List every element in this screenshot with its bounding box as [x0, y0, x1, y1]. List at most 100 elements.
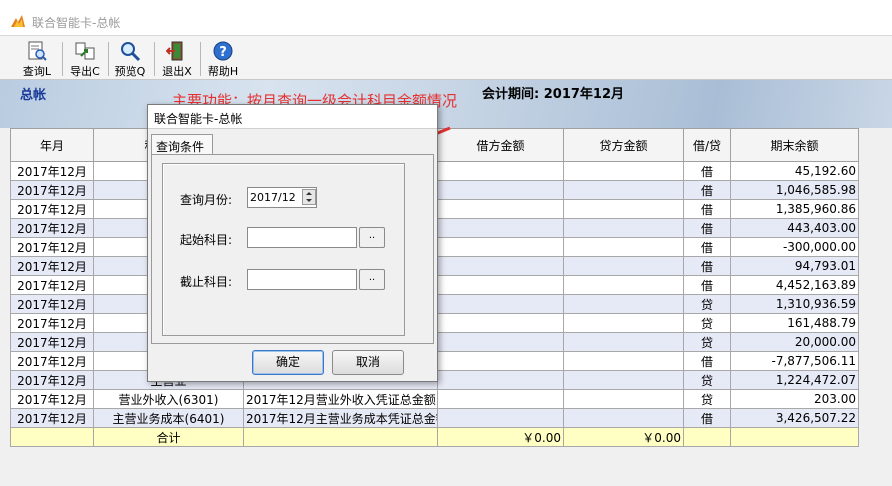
- cell-direction: 贷: [683, 389, 731, 409]
- cell-credit: [563, 332, 684, 352]
- general-ledger-title: 总帐: [20, 88, 47, 103]
- cell-month: 2017年12月: [10, 237, 94, 257]
- cell-credit: [563, 275, 684, 295]
- cell-debit: [437, 313, 564, 333]
- cell-month: 2017年12月: [10, 275, 94, 295]
- cell-credit: [563, 370, 684, 390]
- cell-direction: 借: [683, 351, 731, 371]
- cell-direction: 借: [683, 275, 731, 295]
- cell-balance: 1,046,585.98: [730, 180, 859, 200]
- table-row[interactable]: 2017年12月 主营业务成本(6401) 2017年12月主营业务成本凭证总金额 借…: [10, 408, 859, 428]
- cell-credit: [563, 256, 684, 276]
- cell-balance: 1,310,936.59: [730, 294, 859, 314]
- cell-month: 2017年12月: [10, 389, 94, 409]
- toolbar: 查询L 导出C 预览Q 退出X ? 帮助H: [0, 36, 892, 80]
- cell-debit: [437, 275, 564, 295]
- cell-credit: [563, 351, 684, 371]
- cell-direction: 借: [683, 199, 731, 219]
- col-header-direction[interactable]: 借/贷: [683, 128, 731, 162]
- cell-balance: 203.00: [730, 389, 859, 409]
- cell-debit: [437, 389, 564, 409]
- cell-balance: 443,403.00: [730, 218, 859, 238]
- app-flame-icon: [11, 15, 25, 27]
- month-spinner[interactable]: [302, 189, 316, 205]
- total-blank: [243, 427, 438, 447]
- query-button[interactable]: 查询L: [20, 40, 54, 78]
- col-header-month[interactable]: 年月: [10, 128, 94, 162]
- end-account-label: 截止科目:: [180, 275, 233, 289]
- table-row[interactable]: 2017年12月 营业外收入(6301) 2017年12月营业外收入凭证总金额 贷 20…: [10, 389, 859, 409]
- toolbar-separator: [200, 42, 201, 76]
- cell-debit: [437, 161, 564, 181]
- total-debit: ￥0.00: [437, 427, 564, 447]
- cell-credit: [563, 237, 684, 257]
- export-label: 导出C: [70, 65, 100, 78]
- cell-debit: [437, 351, 564, 371]
- help-icon: ?: [213, 41, 233, 61]
- preview-button[interactable]: 预览Q: [113, 40, 147, 78]
- cell-balance: 1,224,472.07: [730, 370, 859, 390]
- help-button[interactable]: ? 帮助H: [206, 40, 240, 78]
- cell-direction: 借: [683, 180, 731, 200]
- export-icon: [75, 42, 95, 60]
- end-account-input[interactable]: [247, 269, 357, 290]
- ok-button[interactable]: 确定: [252, 350, 324, 375]
- cancel-button[interactable]: 取消: [332, 350, 404, 375]
- accounting-period: 会计期间: 2017年12月: [482, 87, 624, 102]
- query-conditions-panel: 查询月份: 2017/12 起始科目: .. 截止科目: ..: [151, 154, 434, 344]
- toolbar-separator: [154, 42, 155, 76]
- toolbar-separator: [62, 42, 63, 76]
- cell-balance: 20,000.00: [730, 332, 859, 352]
- exit-door-icon: [166, 41, 183, 61]
- col-header-balance[interactable]: 期末余额: [730, 128, 859, 162]
- query-doc-icon: [28, 41, 47, 61]
- cell-debit: [437, 180, 564, 200]
- dialog-title-bar: 联合智能卡-总帐: [148, 105, 437, 129]
- cell-credit: [563, 313, 684, 333]
- dialog-title: 联合智能卡-总帐: [154, 112, 243, 126]
- magnifier-icon: [121, 42, 141, 62]
- cell-direction: 贷: [683, 313, 731, 333]
- start-account-label: 起始科目:: [180, 233, 233, 247]
- total-blank: [683, 427, 731, 447]
- exit-button[interactable]: 退出X: [160, 40, 194, 78]
- cell-debit: [437, 332, 564, 352]
- cell-account: 营业外收入(6301): [93, 389, 244, 409]
- end-account-browse-button[interactable]: ..: [359, 269, 385, 290]
- cell-month: 2017年12月: [10, 218, 94, 238]
- cell-balance: -7,877,506.11: [730, 351, 859, 371]
- cell-balance: 45,192.60: [730, 161, 859, 181]
- main-window: 联合智能卡-总帐 查询L 导出C 预览Q 退出X ? 帮助H 总帐 会计期间: …: [0, 0, 892, 486]
- export-button[interactable]: 导出C: [68, 40, 102, 78]
- cell-summary: 2017年12月营业外收入凭证总金额: [243, 389, 438, 409]
- cell-balance: 94,793.01: [730, 256, 859, 276]
- cell-month: 2017年12月: [10, 294, 94, 314]
- tab-query-conditions[interactable]: 查询条件: [151, 134, 213, 155]
- preview-label: 预览Q: [114, 65, 146, 78]
- cell-direction: 借: [683, 161, 731, 181]
- cell-balance: 3,426,507.22: [730, 408, 859, 428]
- cell-debit: [437, 237, 564, 257]
- cell-balance: -300,000.00: [730, 237, 859, 257]
- cell-credit: [563, 389, 684, 409]
- cell-summary: 2017年12月主营业务成本凭证总金额: [243, 408, 438, 428]
- total-blank: [730, 427, 859, 447]
- cell-month: 2017年12月: [10, 161, 94, 181]
- cell-credit: [563, 218, 684, 238]
- cell-direction: 借: [683, 237, 731, 257]
- query-dialog: 联合智能卡-总帐 查询条件 查询月份: 2017/12 起始科目: .. 截止科…: [147, 104, 438, 382]
- cell-direction: 借: [683, 256, 731, 276]
- cell-direction: 贷: [683, 294, 731, 314]
- cell-direction: 贷: [683, 332, 731, 352]
- toolbar-separator: [108, 42, 109, 76]
- start-account-input[interactable]: [247, 227, 357, 248]
- cell-direction: 贷: [683, 370, 731, 390]
- total-credit: ￥0.00: [563, 427, 684, 447]
- total-row: 合计 ￥0.00 ￥0.00: [10, 427, 859, 447]
- start-account-browse-button[interactable]: ..: [359, 227, 385, 248]
- cell-debit: [437, 256, 564, 276]
- col-header-debit[interactable]: 借方金额: [437, 128, 564, 162]
- cell-direction: 借: [683, 218, 731, 238]
- cell-month: 2017年12月: [10, 408, 94, 428]
- col-header-credit[interactable]: 贷方金额: [563, 128, 684, 162]
